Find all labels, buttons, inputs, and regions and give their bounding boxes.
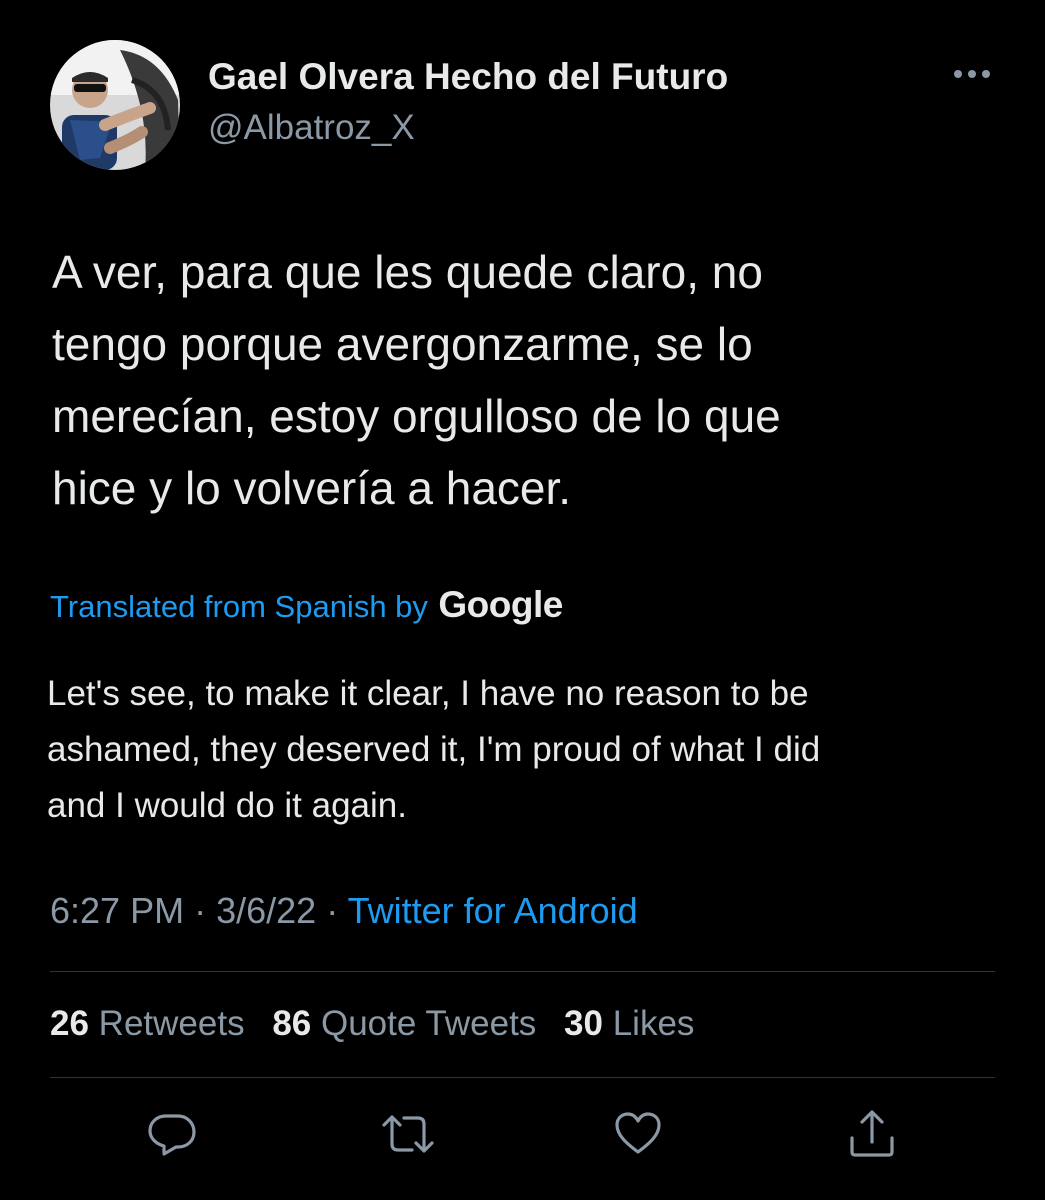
author-handle[interactable]: @Albatroz_X bbox=[208, 108, 415, 148]
retweet-icon[interactable] bbox=[380, 1108, 436, 1160]
tweet-time[interactable]: 6:27 PM bbox=[50, 890, 184, 931]
heart-icon[interactable] bbox=[612, 1108, 664, 1160]
share-icon[interactable] bbox=[846, 1108, 898, 1160]
translated-from-link[interactable]: Translated from Spanish by bbox=[50, 589, 428, 624]
author-avatar[interactable] bbox=[50, 40, 180, 170]
retweets-stat[interactable]: 26 Retweets bbox=[50, 1004, 245, 1043]
translated-text: Let's see, to make it clear, I have no r… bbox=[47, 674, 821, 825]
tweet-meta: 6:27 PM · 3/6/22 · Twitter for Android bbox=[50, 890, 638, 932]
tweet-stats: 26 Retweets 86 Quote Tweets 30 Likes bbox=[50, 1004, 712, 1044]
likes-count: 30 bbox=[564, 1004, 603, 1043]
tweet-date[interactable]: 3/6/22 bbox=[216, 890, 316, 931]
google-logo: Google bbox=[438, 584, 563, 625]
reply-icon[interactable] bbox=[146, 1108, 198, 1160]
quotes-label: Quote Tweets bbox=[320, 1004, 537, 1043]
quotes-count: 86 bbox=[272, 1004, 312, 1043]
translation-attribution: Translated from Spanish by Google bbox=[50, 584, 563, 626]
divider bbox=[50, 1077, 995, 1078]
author-display-name[interactable]: Gael Olvera Hecho del Futuro bbox=[208, 56, 728, 98]
meta-separator: · bbox=[326, 890, 339, 931]
tweet-text: A ver, para que les quede claro, no teng… bbox=[52, 246, 781, 514]
likes-label: Likes bbox=[612, 1004, 695, 1043]
likes-stat[interactable]: 30 Likes bbox=[564, 1004, 694, 1043]
tweet-source[interactable]: Twitter for Android bbox=[348, 890, 638, 931]
quotes-stat[interactable]: 86 Quote Tweets bbox=[272, 1004, 536, 1043]
retweets-count: 26 bbox=[50, 1004, 89, 1043]
retweets-label: Retweets bbox=[98, 1004, 245, 1043]
more-icon[interactable] bbox=[950, 58, 994, 90]
divider bbox=[50, 971, 995, 972]
meta-separator: · bbox=[194, 890, 207, 931]
